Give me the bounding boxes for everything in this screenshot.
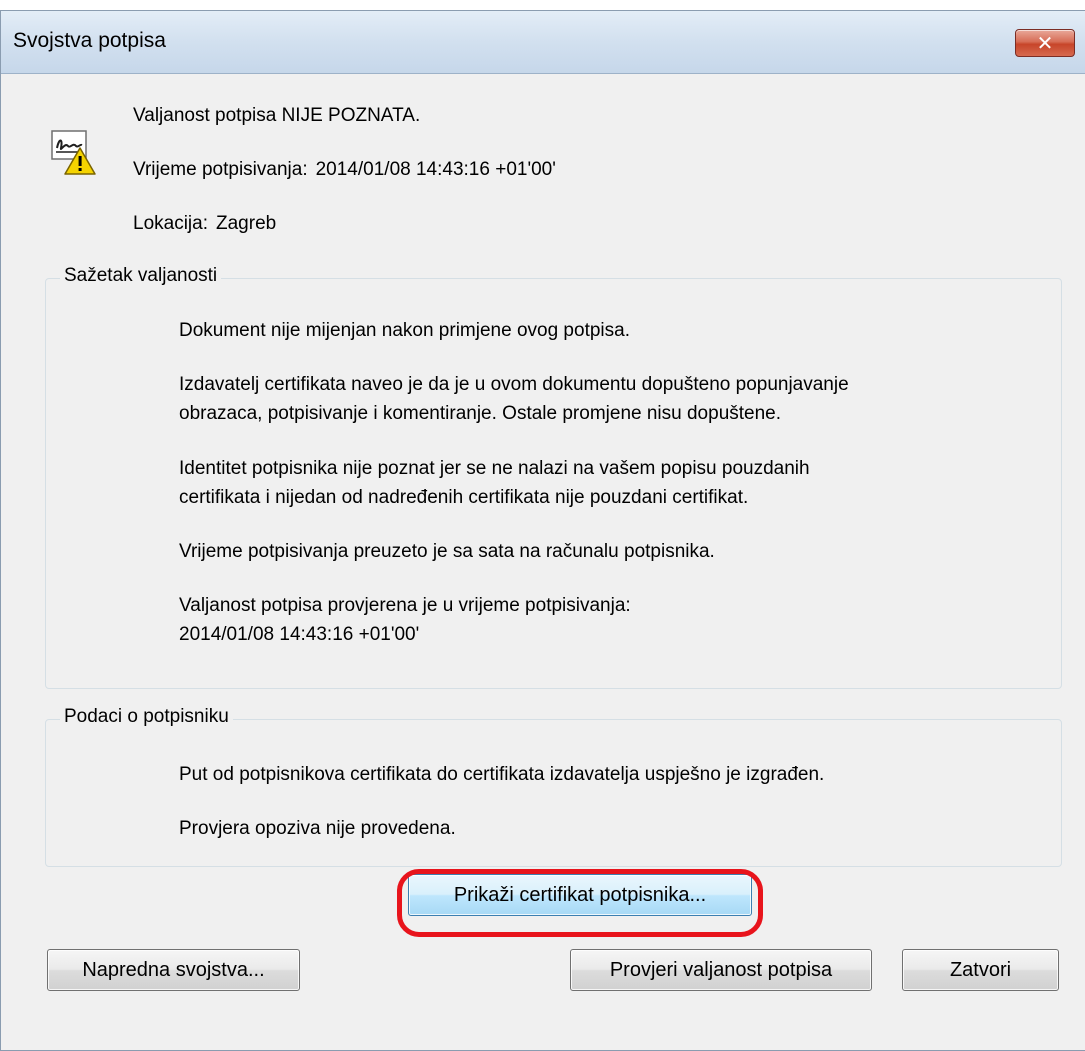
validity-text: Identitet potpisnika nije poznat jer se … [179, 458, 810, 479]
signature-status: Valjanost potpisa NIJE POZNATA. [133, 105, 421, 126]
signer-text: Put od potpisnikova certifikata do certi… [179, 764, 825, 785]
validity-text: Dokument nije mijenjan nakon primjene ov… [179, 320, 630, 341]
signature-warning-icon [51, 130, 96, 175]
validity-paragraph-3: Identitet potpisnika nije poznat jer se … [179, 454, 1065, 512]
validity-text: Vrijeme potpisivanja preuzeto je sa sata… [179, 541, 715, 562]
validity-paragraph-1: Dokument nije mijenjan nakon primjene ov… [179, 316, 1065, 345]
close-button[interactable]: Zatvori [902, 949, 1059, 991]
close-icon: ✕ [1036, 31, 1054, 55]
close-window-button[interactable]: ✕ [1015, 29, 1075, 57]
validity-text: 2014/01/08 14:43:16 +01'00' [179, 624, 420, 645]
location-value: Zagreb [216, 213, 277, 234]
advanced-properties-button[interactable]: Napredna svojstva... [47, 949, 300, 991]
validity-text: Izdavatelj certifikata naveo je da je u … [179, 374, 849, 395]
signing-time-value: 2014/01/08 14:43:16 +01'00' [315, 159, 556, 180]
signer-info-group: Podaci o potpisniku [45, 706, 1062, 867]
show-signer-certificate-button[interactable]: Prikaži certifikat potpisnika... [408, 874, 752, 916]
validity-summary-legend: Sažetak valjanosti [60, 265, 222, 287]
validity-text: Valjanost potpisa provjerena je u vrijem… [179, 595, 631, 616]
location-label: Lokacija: [133, 213, 208, 234]
window-title: Svojstva potpisa [13, 29, 166, 52]
title-bar[interactable]: Svojstva potpisa ✕ [1, 11, 1085, 74]
location-row: Lokacija: Zagreb [133, 213, 276, 235]
validate-signature-button[interactable]: Provjeri valjanost potpisa [570, 949, 872, 991]
validity-paragraph-5: Valjanost potpisa provjerena je u vrijem… [179, 591, 1065, 649]
signer-paragraph-1: Put od potpisnikova certifikata do certi… [179, 760, 1065, 789]
validity-text: certifikata i nijedan od nadređenih cert… [179, 487, 749, 508]
signing-time-row: Vrijeme potpisivanja: 2014/01/08 14:43:16… [133, 159, 556, 181]
signing-time-label: Vrijeme potpisivanja: [133, 159, 308, 180]
signature-properties-dialog: Svojstva potpisa ✕ Valjanost potpisa NIJ… [0, 10, 1085, 1051]
signer-info-legend: Podaci o potpisniku [60, 706, 233, 728]
validity-text: obrazaca, potpisivanje i komentiranje. O… [179, 403, 782, 424]
signer-paragraph-2: Provjera opoziva nije provedena. [179, 814, 1065, 843]
signer-text: Provjera opoziva nije provedena. [179, 818, 456, 839]
validity-paragraph-4: Vrijeme potpisivanja preuzeto je sa sata… [179, 537, 1065, 566]
validity-paragraph-2: Izdavatelj certifikata naveo je da je u … [179, 370, 1065, 428]
